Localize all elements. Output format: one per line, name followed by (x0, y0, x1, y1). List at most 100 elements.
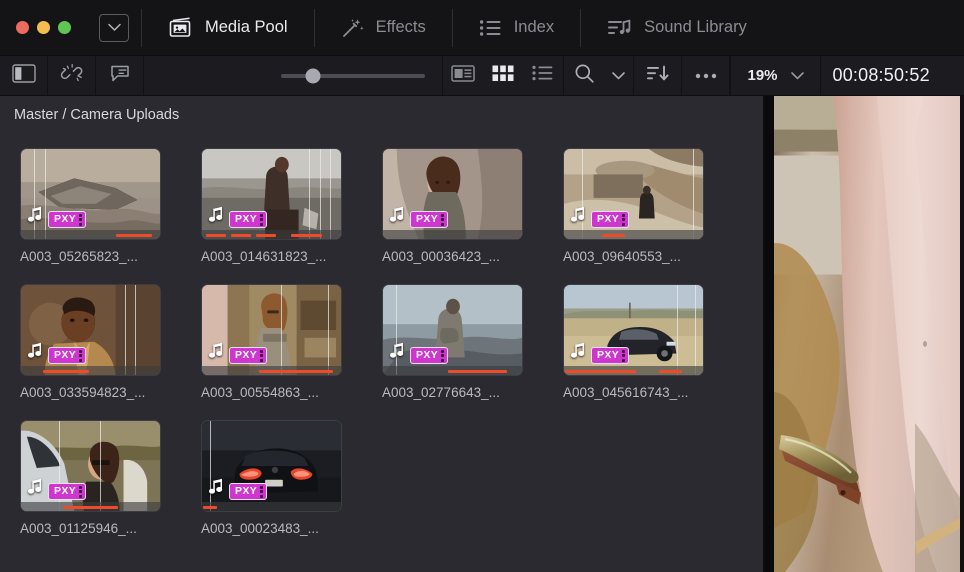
clip-thumbnail[interactable]: PXY (201, 420, 342, 512)
clip-usage-indicator (203, 506, 217, 509)
zoom-level-control[interactable]: 19% (730, 56, 820, 95)
sort-descending-icon (646, 64, 670, 88)
clip-thumbnail[interactable]: PXY (563, 284, 704, 376)
clip-badges: PXY (28, 342, 86, 364)
clip-scrubber-line (100, 421, 101, 511)
list-view-button[interactable] (523, 56, 563, 95)
thumbnail-view-button[interactable] (483, 56, 523, 95)
clip-scrubber-line (320, 149, 321, 239)
clip-usage-indicator (63, 506, 119, 509)
clip-usage-indicator (448, 370, 506, 373)
metadata-view-button[interactable] (443, 56, 483, 95)
sidebar-toggle-button[interactable] (0, 56, 48, 95)
proxy-badge: PXY (229, 347, 267, 364)
clip-thumbnail[interactable]: PXY (201, 284, 342, 376)
clip-scrubber-line (135, 285, 136, 375)
clip-thumbnail[interactable]: PXY (382, 148, 523, 240)
media-clip-item[interactable]: PXY A003_033594823_... (20, 284, 180, 400)
proxy-badge-label: PXY (54, 350, 76, 361)
proxy-badge-perforations (260, 486, 263, 498)
tab-media-pool[interactable]: Media Pool (154, 0, 302, 55)
slider-track[interactable] (281, 74, 425, 78)
davinci-resolve-media-pool-window: Media Pool Effects (0, 0, 964, 572)
audio-icon (28, 478, 43, 500)
clip-usage-indicator (256, 234, 275, 237)
clip-usage-indicator (659, 370, 683, 373)
proxy-badge-label: PXY (235, 350, 257, 361)
timecode-value: 00:08:50:52 (833, 65, 930, 86)
clip-filename: A003_05265823_... (20, 249, 180, 264)
toolbar-spacer (144, 56, 263, 95)
breadcrumb[interactable]: Master / Camera Uploads (0, 96, 763, 134)
tab-index[interactable]: Index (465, 0, 568, 55)
clip-thumbnail[interactable]: PXY (201, 148, 342, 240)
sort-button[interactable] (634, 56, 682, 95)
clip-scrubber-line (125, 285, 126, 375)
tab-effects[interactable]: Effects (327, 0, 440, 55)
proxy-badge-label: PXY (597, 214, 619, 225)
proxy-badge-perforations (441, 350, 444, 362)
media-pool-toolbar: 19% 00:08:50:52 (0, 55, 964, 96)
clip-thumbnail[interactable]: PXY (20, 284, 161, 376)
clip-usage-indicator (231, 234, 250, 237)
list-view-icon (532, 65, 554, 86)
media-clip-item[interactable]: PXYA003_01125946_... (20, 420, 180, 536)
proxy-badge-perforations (622, 214, 625, 226)
slider-knob[interactable] (305, 68, 320, 83)
clip-badges: PXY (209, 342, 267, 364)
proxy-badge-perforations (260, 350, 263, 362)
clip-scrubber-line (309, 149, 310, 239)
media-clip-item[interactable]: PXYA003_09640553_... (563, 148, 723, 264)
workspace-dropdown-button[interactable] (99, 14, 129, 42)
media-pool-icon (168, 17, 194, 39)
divider (314, 9, 315, 47)
more-options-button[interactable] (682, 56, 730, 95)
media-clip-item[interactable]: PXY A003_045616743_... (563, 284, 723, 400)
clip-filename: A003_00023483_... (201, 521, 361, 536)
search-button[interactable] (564, 56, 604, 95)
proxy-badge: PXY (229, 211, 267, 228)
audio-icon (209, 342, 224, 364)
proxy-badge: PXY (229, 483, 267, 500)
clip-thumbnail[interactable]: PXY (563, 148, 704, 240)
proxy-badge-label: PXY (235, 486, 257, 497)
clip-badges: PXY (28, 206, 86, 228)
media-clip-item[interactable]: PXYA003_00554863_... (201, 284, 361, 400)
media-clip-item[interactable]: PXY A003_05265823_... (20, 148, 180, 264)
audio-icon (390, 206, 405, 228)
search-options-button[interactable] (604, 56, 634, 95)
thumbnail-size-slider[interactable] (263, 56, 443, 95)
media-clip-item[interactable]: PXYA003_00036423_... (382, 148, 542, 264)
clip-thumbnail[interactable]: PXY (382, 284, 523, 376)
clip-filename: A003_02776643_... (382, 385, 542, 400)
preview-viewer[interactable] (765, 96, 964, 572)
proxy-badge-label: PXY (54, 486, 76, 497)
proxy-badge: PXY (591, 211, 629, 228)
clip-scrubber-line (693, 149, 694, 239)
unlink-clips-button[interactable] (48, 56, 96, 95)
timecode-display[interactable]: 00:08:50:52 (821, 56, 964, 95)
maximize-button[interactable] (58, 21, 71, 34)
proxy-badge: PXY (591, 347, 629, 364)
media-clip-item[interactable]: PXYA003_014631823_... (201, 148, 361, 264)
clip-thumbnail[interactable]: PXY (20, 420, 161, 512)
view-mode-group (443, 56, 563, 95)
proxy-badge-label: PXY (416, 350, 438, 361)
close-button[interactable] (16, 21, 29, 34)
main-content: Master / Camera Uploads PXY A003_05265823… (0, 96, 964, 572)
audio-icon (571, 206, 586, 228)
zoom-level-value: 19% (747, 67, 777, 84)
clip-scrubber-line (330, 149, 331, 239)
audio-icon (28, 342, 43, 364)
annotation-button[interactable] (96, 56, 144, 95)
clip-filename: A003_045616743_... (563, 385, 723, 400)
media-grid-scroll-area[interactable]: PXY A003_05265823_... PXYA003_014631823_.… (0, 134, 763, 572)
tab-sound-library[interactable]: Sound Library (593, 0, 761, 55)
clip-filename: A003_033594823_... (20, 385, 180, 400)
divider (452, 9, 453, 47)
media-clip-item[interactable]: PXY A003_00023483_... (201, 420, 361, 536)
clip-thumbnail[interactable]: PXY (20, 148, 161, 240)
media-clip-item[interactable]: PXY A003_02776643_... (382, 284, 542, 400)
minimize-button[interactable] (37, 21, 50, 34)
chevron-down-icon (791, 67, 804, 85)
